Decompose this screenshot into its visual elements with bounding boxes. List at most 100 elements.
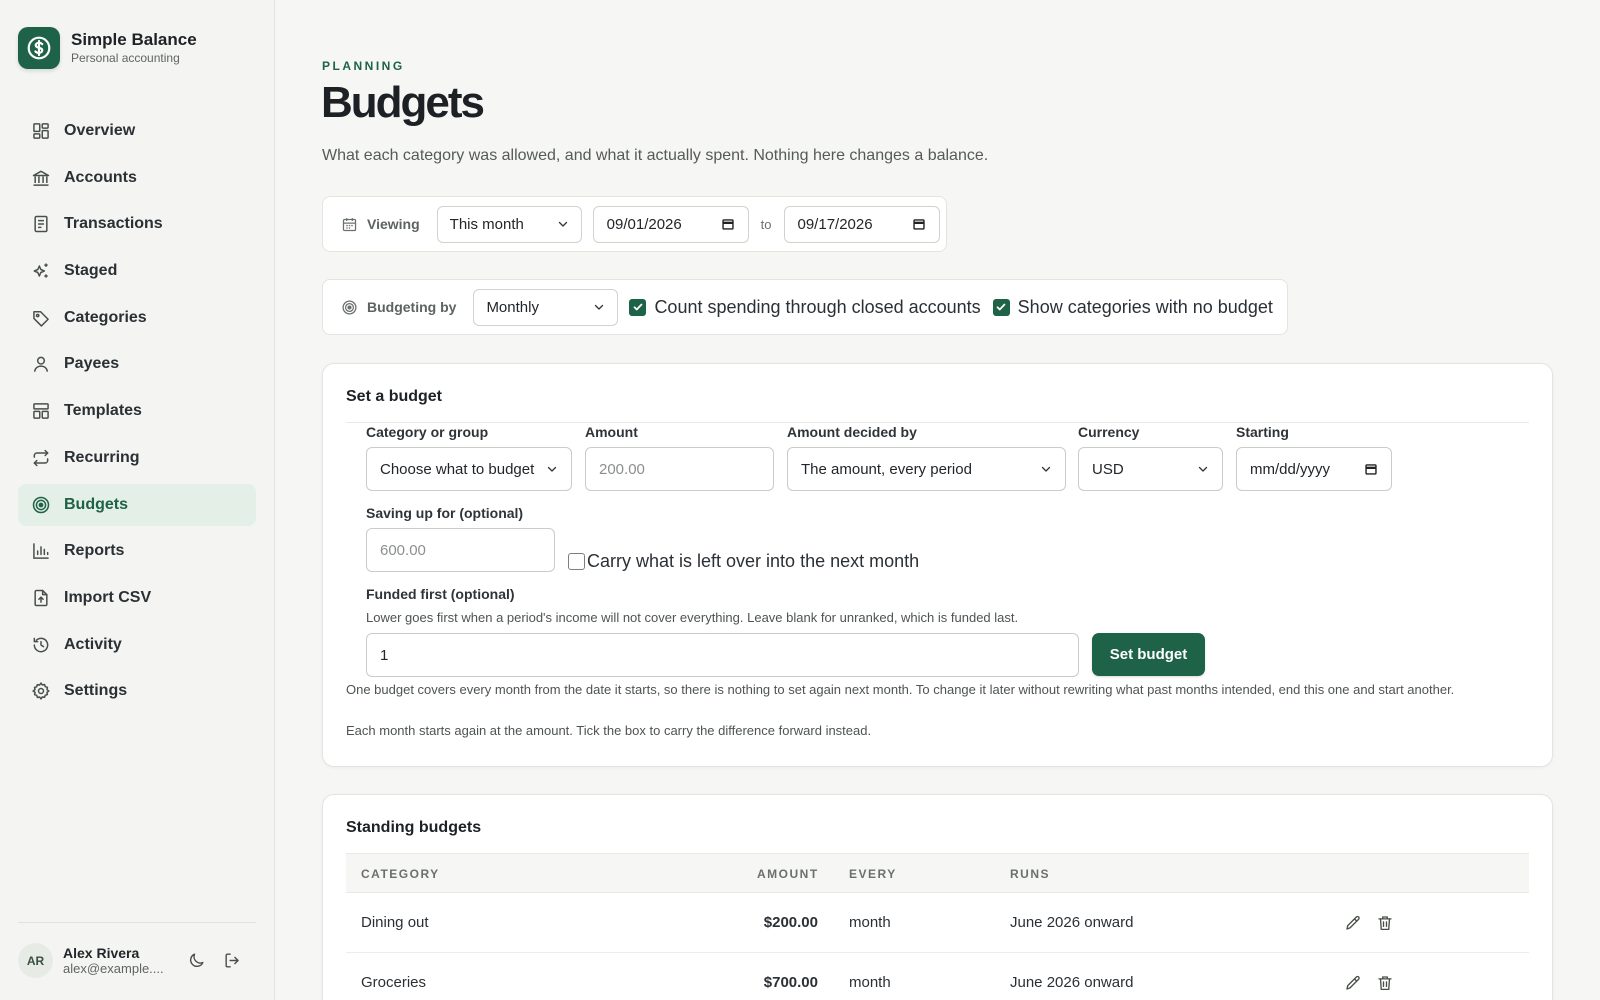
app-name: Simple Balance — [71, 30, 197, 49]
table-row: Groceries $700.00 month June 2026 onward — [346, 953, 1529, 1000]
receipt-icon — [31, 214, 52, 235]
standing-budgets-card: Standing budgets CATEGORY AMOUNT EVERY R… — [322, 794, 1553, 1000]
saving-input[interactable]: 600.00 — [366, 528, 555, 572]
frequency-select[interactable]: Monthly — [473, 288, 619, 326]
calendar-icon[interactable] — [1364, 462, 1378, 476]
period-select[interactable]: This month — [436, 205, 582, 243]
sidebar-item-label: Accounts — [64, 168, 137, 186]
sidebar-item-label: Activity — [64, 635, 122, 653]
target-icon — [341, 299, 367, 316]
template-icon — [31, 401, 52, 422]
category-label: Category or group — [366, 424, 489, 440]
chevron-down-icon — [546, 463, 558, 475]
dollar-logo-icon — [18, 27, 60, 69]
sidebar-item-accounts[interactable]: Accounts — [18, 157, 256, 199]
history-icon — [31, 634, 52, 655]
sidebar-item-templates[interactable]: Templates — [18, 390, 256, 432]
from-date-input[interactable]: 09/01/2026 — [592, 205, 749, 243]
avatar[interactable]: AR — [18, 943, 53, 978]
range-to-label: to — [760, 216, 772, 232]
sidebar-item-label: Settings — [64, 682, 128, 700]
sidebar-nav: Overview Accounts Transactions Staged Ca… — [18, 110, 256, 717]
row-runs: June 2026 onward — [1010, 974, 1134, 991]
main-content: PLANNING Budgets What each category was … — [276, 0, 1600, 1000]
sidebar-item-payees[interactable]: Payees — [18, 343, 256, 385]
column-header[interactable]: EVERY — [849, 867, 897, 881]
amount-input[interactable]: 200.00 — [585, 447, 774, 491]
saving-label: Saving up for (optional) — [366, 505, 524, 521]
trash-icon[interactable] — [1374, 912, 1396, 934]
period-value: This month — [449, 215, 524, 233]
sidebar-item-categories[interactable]: Categories — [18, 297, 256, 339]
set-budget-card: Set a budget Category or group Choose wh… — [322, 363, 1553, 767]
sidebar-item-recurring[interactable]: Recurring — [18, 437, 256, 479]
sidebar-item-transactions[interactable]: Transactions — [18, 203, 256, 245]
sidebar-item-staged[interactable]: Staged — [18, 250, 256, 292]
set-budget-button[interactable]: Set budget — [1092, 633, 1205, 676]
user-panel: AR Alex Rivera alex@example.... — [18, 943, 256, 978]
standing-budgets-title: Standing budgets — [346, 819, 482, 836]
calendar-icon[interactable] — [721, 217, 735, 231]
row-category: Dining out — [361, 914, 429, 931]
sidebar-item-label: Templates — [64, 402, 142, 420]
currency-select[interactable]: USD — [1078, 447, 1223, 491]
sidebar-item-label: Staged — [64, 262, 118, 280]
row-category: Groceries — [361, 974, 427, 991]
set-budget-title: Set a budget — [346, 388, 443, 405]
viewing-label: Viewing — [367, 216, 420, 232]
category-value: Choose what to budget — [380, 460, 535, 478]
category-select[interactable]: Choose what to budget — [366, 447, 572, 491]
sidebar-item-label: Overview — [64, 122, 136, 139]
starting-label: Starting — [1236, 424, 1289, 440]
pencil-icon[interactable] — [1342, 912, 1364, 934]
sidebar-item-label: Reports — [64, 542, 125, 560]
budget-note: Each month starts again at the amount. T… — [346, 723, 872, 738]
grid-icon — [31, 121, 52, 142]
funded-input[interactable]: 1 — [366, 633, 1079, 677]
carry-over-checkbox[interactable] — [568, 553, 585, 570]
tag-icon — [31, 307, 52, 328]
decided-select[interactable]: The amount, every period — [787, 447, 1066, 491]
closed-accounts-label[interactable]: Count spending through closed accounts — [654, 297, 980, 318]
sidebar-item-settings[interactable]: Settings — [18, 670, 256, 712]
sidebar-item-label: Recurring — [64, 448, 140, 466]
moon-icon[interactable] — [181, 946, 211, 976]
column-header[interactable]: AMOUNT — [757, 867, 819, 881]
currency-value: USD — [1092, 460, 1124, 478]
decided-value: The amount, every period — [801, 460, 972, 478]
funded-label: Funded first (optional) — [366, 586, 515, 602]
sidebar-item-overview[interactable]: Overview — [18, 110, 256, 152]
repeat-icon — [31, 447, 52, 468]
logout-icon[interactable] — [217, 946, 247, 976]
table-header: CATEGORY AMOUNT EVERY RUNS — [346, 853, 1529, 893]
divider — [346, 422, 1529, 423]
funded-hint: Lower goes first when a period's income … — [366, 610, 1019, 625]
row-amount: $700.00 — [763, 974, 818, 991]
to-date-input[interactable]: 09/17/2026 — [783, 205, 940, 243]
file-upload-icon — [31, 587, 52, 608]
page-subtitle: What each category was allowed, and what… — [322, 147, 989, 164]
sidebar-item-reports[interactable]: Reports — [18, 530, 256, 572]
brand[interactable]: Simple Balance Personal accounting — [18, 27, 197, 69]
carry-over-label[interactable]: Carry what is left over into the next mo… — [587, 551, 919, 572]
sidebar-item-budgets[interactable]: Budgets — [18, 483, 256, 526]
sidebar: Simple Balance Personal accounting Overv… — [0, 0, 275, 1000]
column-header[interactable]: CATEGORY — [361, 867, 440, 881]
trash-icon[interactable] — [1374, 972, 1396, 994]
starting-date-input[interactable]: mm/dd/yyyy — [1236, 447, 1392, 491]
column-header[interactable]: RUNS — [1010, 867, 1050, 881]
calendar-icon — [341, 216, 367, 233]
bank-icon — [31, 167, 52, 188]
sidebar-item-import-csv[interactable]: Import CSV — [18, 577, 256, 619]
closed-accounts-checkbox[interactable] — [629, 298, 647, 316]
to-date-value: 09/17/2026 — [797, 215, 873, 233]
pencil-icon[interactable] — [1342, 972, 1364, 994]
no-budget-label[interactable]: Show categories with no budget — [1018, 297, 1273, 318]
decided-label: Amount decided by — [787, 424, 917, 440]
row-runs: June 2026 onward — [1010, 914, 1134, 931]
no-budget-checkbox[interactable] — [992, 298, 1010, 316]
calendar-icon[interactable] — [912, 217, 926, 231]
chevron-down-icon — [1197, 463, 1209, 475]
row-every: month — [849, 974, 891, 991]
sidebar-item-activity[interactable]: Activity — [18, 624, 256, 666]
